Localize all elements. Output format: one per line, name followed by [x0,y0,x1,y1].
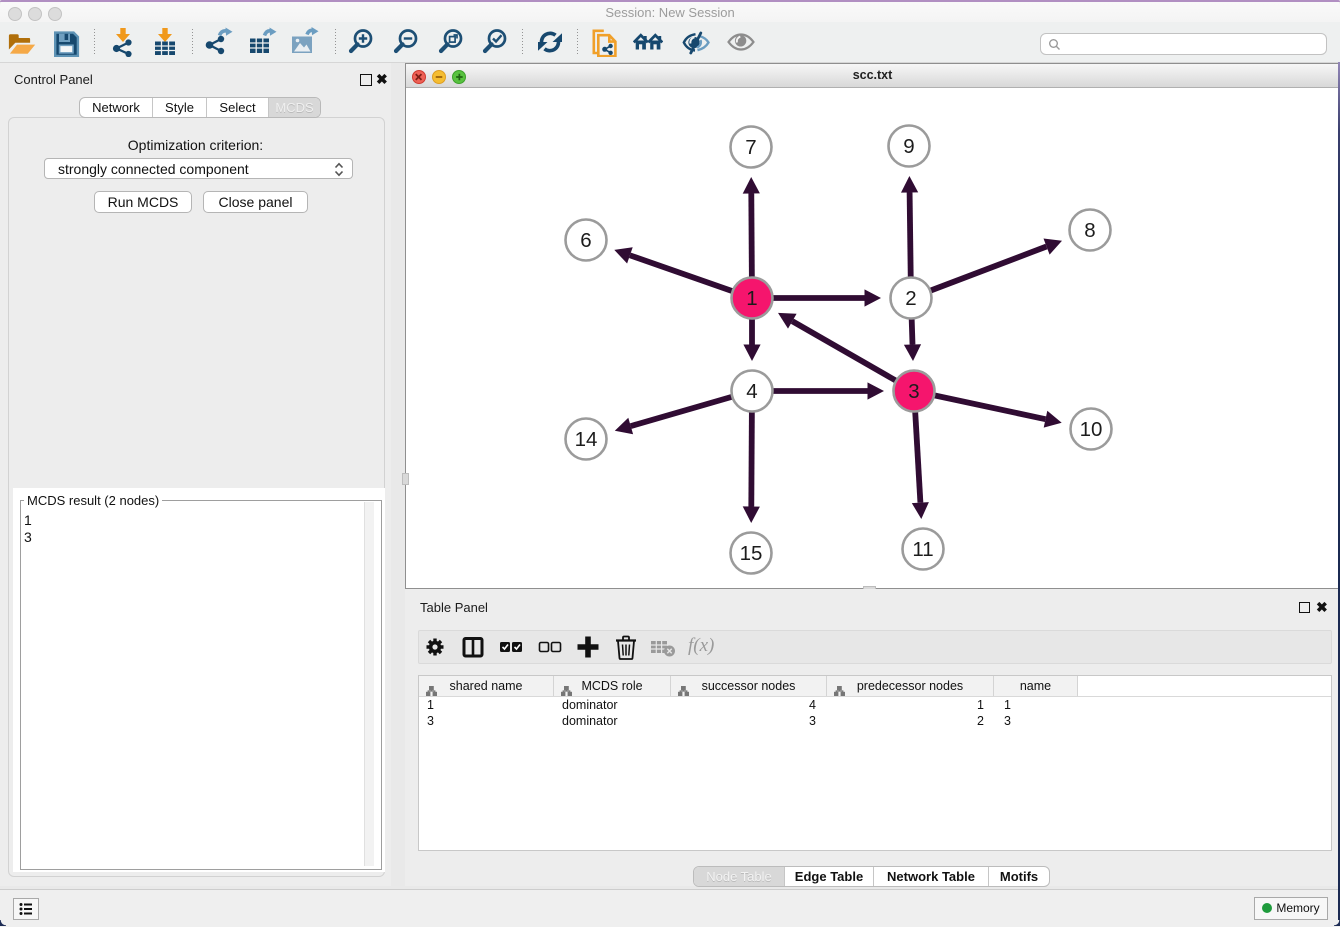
svg-text:11: 11 [912,538,933,561]
svg-text:3: 3 [908,380,919,403]
svg-text:1: 1 [746,287,757,310]
svg-text:8: 8 [1084,219,1095,242]
svg-text:10: 10 [1080,418,1103,441]
svg-text:2: 2 [905,287,916,310]
svg-text:14: 14 [575,428,598,451]
svg-text:9: 9 [903,135,914,158]
svg-text:15: 15 [740,542,763,565]
svg-text:7: 7 [745,136,756,159]
svg-text:6: 6 [580,229,591,252]
svg-text:4: 4 [746,380,757,403]
